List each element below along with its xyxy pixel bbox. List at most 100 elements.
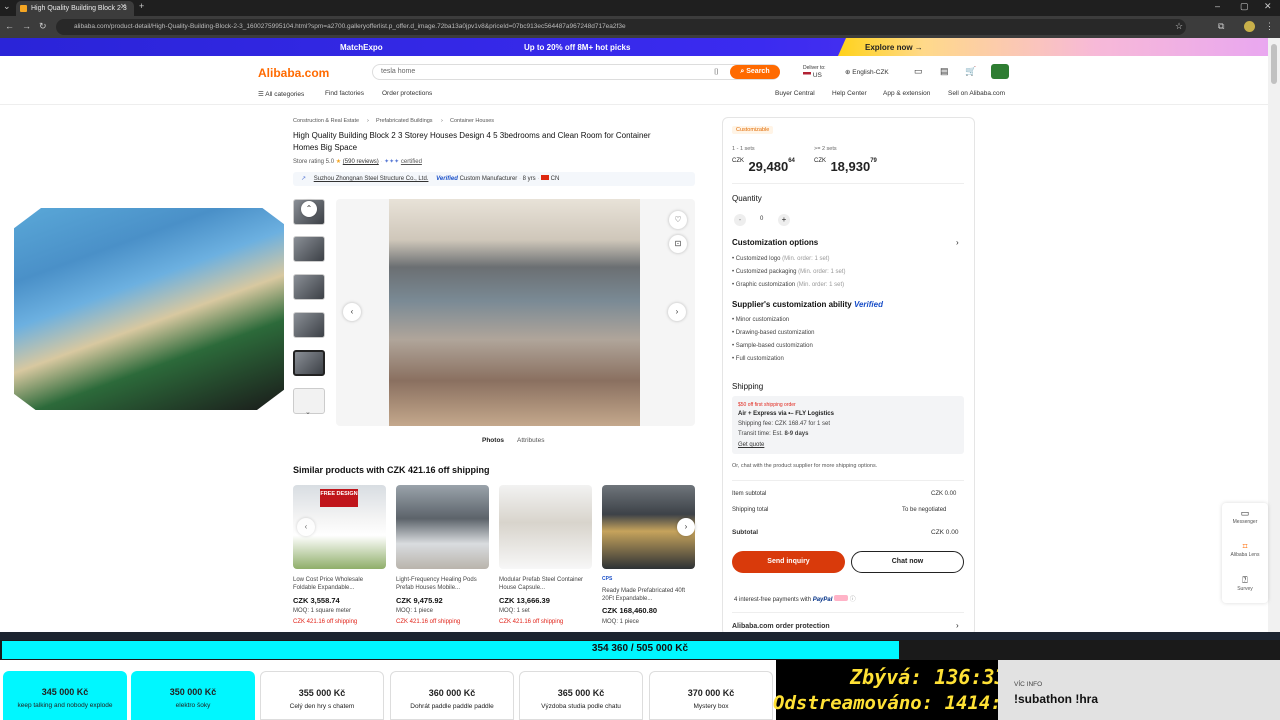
carousel-prev-icon[interactable]: ‹	[297, 518, 315, 536]
breadcrumb-item[interactable]: Container Houses	[450, 118, 494, 124]
search-input[interactable]: tesla home	[381, 68, 415, 75]
breadcrumb-item[interactable]: Construction & Real Estate	[293, 118, 359, 124]
cn-flag-icon	[541, 175, 549, 180]
product-card-name[interactable]: Light-Frequency Healing Pods Prefab Hous…	[396, 576, 489, 592]
get-quote-link[interactable]: Get quote	[738, 442, 764, 448]
reviews-link[interactable]: (590 reviews)	[343, 159, 379, 165]
user-avatar[interactable]	[991, 64, 1009, 79]
forward-icon[interactable]: →	[22, 21, 31, 31]
certified-badge-icon: ✦✦✦	[384, 159, 400, 165]
orders-icon[interactable]: ▤	[940, 66, 949, 77]
quantity-input[interactable]: 0	[760, 216, 763, 222]
chevron-right-icon[interactable]: ›	[956, 621, 959, 630]
divider	[732, 480, 964, 481]
quantity-increment-button[interactable]: +	[778, 214, 790, 226]
thumbnail-image[interactable]	[293, 312, 325, 338]
tab-list-icon[interactable]: ⌄	[3, 1, 11, 12]
new-tab-icon[interactable]: +	[139, 1, 144, 11]
gallery-next-icon[interactable]: ›	[668, 303, 686, 321]
main-product-image[interactable]	[389, 199, 640, 426]
customization-options-link[interactable]: Customization options	[732, 238, 818, 247]
extensions-icon[interactable]: ⧉	[1218, 21, 1224, 32]
camera-search-icon[interactable]: ⌷	[714, 67, 719, 77]
maximize-icon[interactable]: ▢	[1240, 1, 1249, 12]
survey-widget[interactable]: ⍰ Survey	[1222, 575, 1268, 592]
chat-now-button[interactable]: Chat now	[851, 551, 964, 573]
remaining-label: Zbývá:	[850, 665, 923, 689]
carousel-next-icon[interactable]: ›	[677, 518, 695, 536]
language-selector[interactable]: ⊕ English-CZK	[845, 68, 889, 76]
cart-icon[interactable]: 🛒	[965, 66, 976, 77]
nav-order-protections[interactable]: Order protections	[382, 90, 432, 97]
certified-link[interactable]: certified	[401, 159, 422, 165]
lens-icon: ⌗	[1242, 541, 1248, 551]
transit-label: Transit time: Est.	[738, 431, 783, 437]
customization-item: • Customized logo (Min. order: 1 set)	[732, 256, 830, 262]
subtotal-value: CZK 0.00	[931, 529, 959, 536]
tab-attributes[interactable]: Attributes	[517, 437, 544, 444]
bookmark-star-icon[interactable]: ☆	[1175, 21, 1183, 32]
messenger-icon: ▭	[1240, 508, 1250, 518]
chevron-right-icon[interactable]: ›	[956, 238, 959, 247]
alibaba-logo[interactable]: Alibaba.com	[258, 66, 329, 80]
shipping-transit: Transit time: Est. 8-9 days	[738, 431, 808, 437]
supplier-name-link[interactable]: Suzhou Zhongnan Steel Structure Co., Ltd…	[314, 176, 429, 182]
menu-kebab-icon[interactable]: ⋮	[1265, 21, 1274, 32]
all-categories-menu[interactable]: ☰ All categories	[258, 90, 304, 98]
nav-sell-on-alibaba[interactable]: Sell on Alibaba.com	[948, 90, 1005, 97]
explore-now-link[interactable]: Explore now →	[865, 43, 923, 52]
profile-avatar[interactable]	[1244, 21, 1255, 32]
reload-icon[interactable]: ↻	[39, 21, 47, 32]
price-decimal: 79	[870, 158, 877, 164]
messages-icon[interactable]: ▭	[914, 66, 923, 77]
verified-badge: Verified	[853, 300, 883, 309]
product-card-moq: MOQ: 1 piece	[602, 619, 640, 625]
scrollbar-thumb[interactable]	[1271, 44, 1277, 84]
product-card-moq: MOQ: 1 set	[499, 608, 530, 614]
product-card-name[interactable]: Low Cost Price Wholesale Foldable Expand…	[293, 576, 386, 592]
deliver-to-selector[interactable]: US	[803, 72, 822, 79]
nav-buyer-central[interactable]: Buyer Central	[775, 90, 815, 97]
thumbnails-up-icon[interactable]: ⌃	[301, 201, 317, 217]
thumbnail-image-selected[interactable]	[293, 350, 325, 376]
thumbnails-down-icon[interactable]: ⌄	[305, 408, 311, 416]
price-tier-label: 1 - 1 sets	[732, 146, 755, 152]
info-icon[interactable]: ⓘ	[850, 597, 856, 603]
nav-find-factories[interactable]: Find factories	[325, 90, 364, 97]
page-scrollbar[interactable]	[1268, 38, 1280, 636]
image-search-icon[interactable]: ⊡	[669, 235, 687, 253]
goal-amount: 345 000 Kč	[41, 687, 89, 697]
divider	[732, 612, 964, 613]
goal-amount: 355 000 Kč	[298, 688, 346, 698]
product-card-shipping: CZK 421.16 off shipping	[396, 619, 461, 625]
search-button[interactable]: ⌕ Search	[730, 65, 780, 79]
nav-app-extension[interactable]: App & extension	[883, 90, 930, 97]
product-card-image[interactable]	[396, 485, 489, 569]
minimize-icon[interactable]: –	[1215, 1, 1220, 11]
ability-text: Minor customization	[735, 317, 790, 323]
goal-card: 370 000 Kč Mystery box	[649, 671, 773, 720]
product-card-name[interactable]: Ready Made Prefabricated 40ft 20Ft Expan…	[602, 587, 695, 603]
alibaba-lens-widget[interactable]: ⌗ Alibaba Lens	[1222, 541, 1268, 558]
thumbnail-image[interactable]	[293, 274, 325, 300]
quantity-decrement-button[interactable]: -	[734, 214, 746, 226]
close-tab-icon[interactable]: ✕	[120, 2, 127, 11]
breadcrumb-item[interactable]: Prefabricated Buildings	[376, 118, 433, 124]
product-card-image[interactable]	[499, 485, 592, 569]
payments-note: 4 interest-free payments with PayPal ⓘ	[734, 594, 856, 603]
order-protection-link[interactable]: Alibaba.com order protection	[732, 623, 830, 630]
thumbnail-image[interactable]	[293, 236, 325, 262]
nav-help-center[interactable]: Help Center	[832, 90, 867, 97]
back-icon[interactable]: ←	[5, 21, 14, 31]
favorite-heart-icon[interactable]: ♡	[669, 211, 687, 229]
product-card-name[interactable]: Modular Prefab Steel Container House Cap…	[499, 576, 592, 592]
window-close-icon[interactable]: ✕	[1264, 1, 1272, 12]
send-inquiry-button[interactable]: Send inquiry	[732, 551, 845, 573]
address-bar[interactable]: alibaba.com/product-detail/High-Quality-…	[56, 19, 1186, 35]
tab-photos[interactable]: Photos	[482, 437, 504, 444]
browser-tab[interactable]: High Quality Building Block 2 3	[16, 1, 134, 16]
goal-card: 355 000 Kč Celý den hry s chatem	[260, 671, 384, 720]
messenger-widget[interactable]: ▭ Messenger	[1222, 508, 1268, 525]
explore-now-label: Explore now	[865, 43, 913, 52]
gallery-prev-icon[interactable]: ‹	[343, 303, 361, 321]
